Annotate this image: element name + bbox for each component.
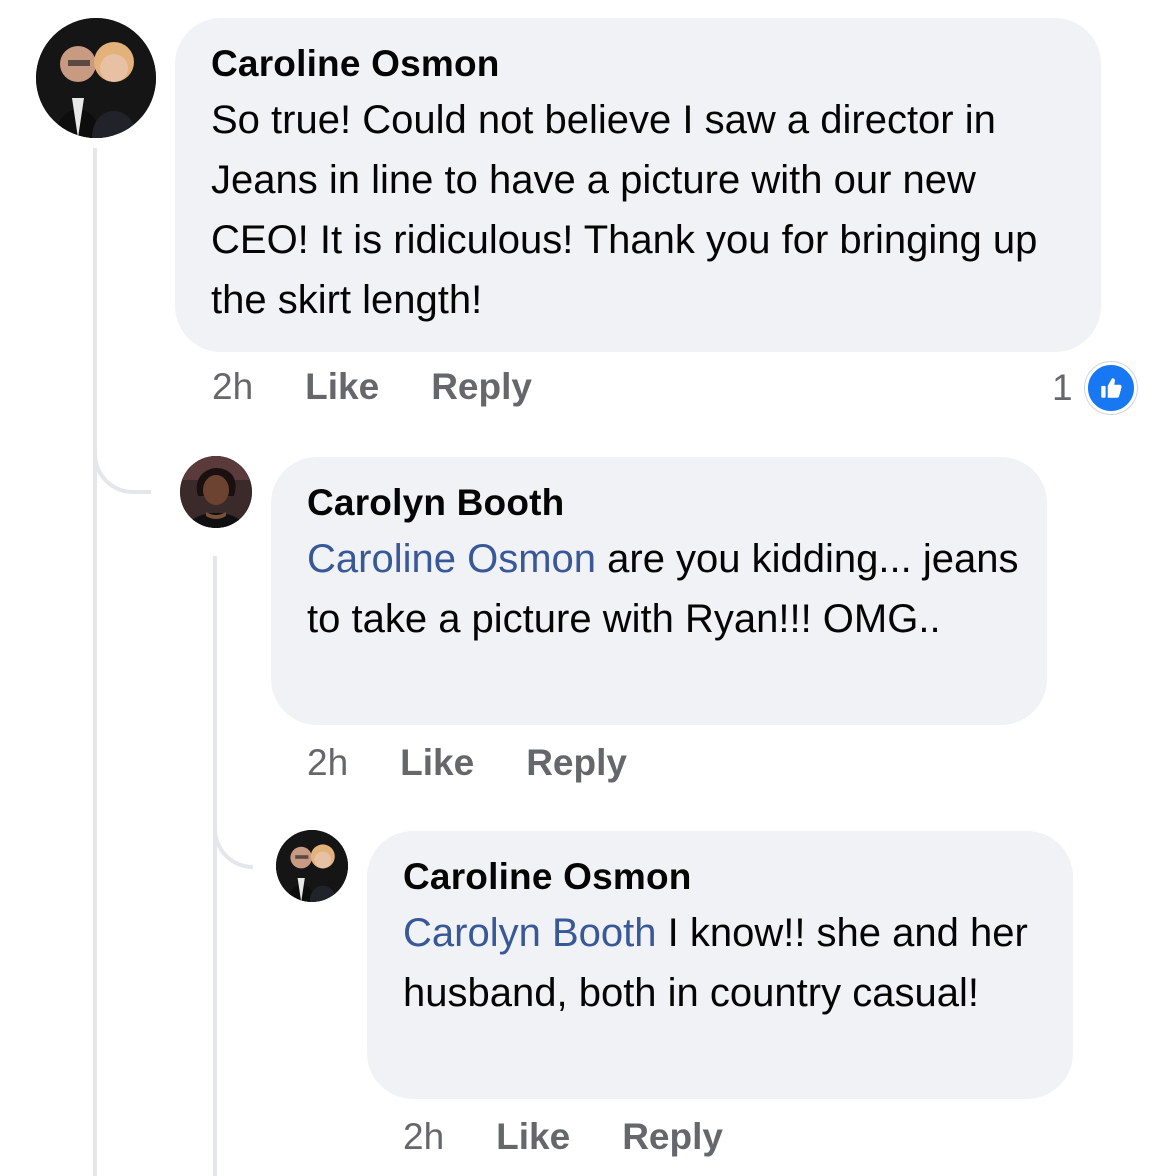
mention-link[interactable]: Carolyn Booth <box>403 911 656 955</box>
comment-bubble: Carolyn Booth Caroline Osmon are you kid… <box>271 457 1047 725</box>
comment-author[interactable]: Carolyn Booth <box>307 481 1019 525</box>
avatar-caroline-osmon[interactable] <box>276 830 348 902</box>
reaction-summary[interactable]: 1 <box>1052 362 1137 414</box>
reply-button[interactable]: Reply <box>622 1116 723 1158</box>
avatar-carolyn-booth[interactable] <box>180 456 252 528</box>
thread-connector-reply-1 <box>93 430 151 494</box>
reply-button[interactable]: Reply <box>526 742 627 784</box>
comment-text: Carolyn Booth I know!! she and her husba… <box>403 903 1045 1023</box>
like-button[interactable]: Like <box>400 742 474 784</box>
mention-link[interactable]: Caroline Osmon <box>307 537 596 581</box>
comment-author[interactable]: Caroline Osmon <box>403 855 1045 899</box>
thread-line-main <box>93 148 97 1176</box>
comment-actions: 2h Like Reply <box>307 742 679 784</box>
avatar-caroline-osmon[interactable] <box>36 18 156 138</box>
thread-connector-reply-2 <box>213 805 253 869</box>
comment-actions: 2h Like Reply <box>403 1116 775 1158</box>
reply-button[interactable]: Reply <box>431 366 532 408</box>
comment-author[interactable]: Caroline Osmon <box>211 42 1071 86</box>
comment-timestamp[interactable]: 2h <box>403 1116 444 1158</box>
reaction-count: 1 <box>1052 367 1073 408</box>
comment-timestamp[interactable]: 2h <box>212 366 253 408</box>
like-button[interactable]: Like <box>305 366 379 408</box>
like-button[interactable]: Like <box>496 1116 570 1158</box>
comment-bubble: Caroline Osmon Carolyn Booth I know!! sh… <box>367 831 1073 1099</box>
thumbs-up-icon <box>1084 362 1137 414</box>
comment-text: So true! Could not believe I saw a direc… <box>211 98 1038 322</box>
comment-actions: 2h Like Reply <box>212 366 584 408</box>
thread-line-reply <box>213 556 217 1176</box>
comment-text: Caroline Osmon are you kidding... jeans … <box>307 529 1019 649</box>
comment-bubble: Caroline Osmon So true! Could not believ… <box>175 18 1101 352</box>
comment-timestamp[interactable]: 2h <box>307 742 348 784</box>
